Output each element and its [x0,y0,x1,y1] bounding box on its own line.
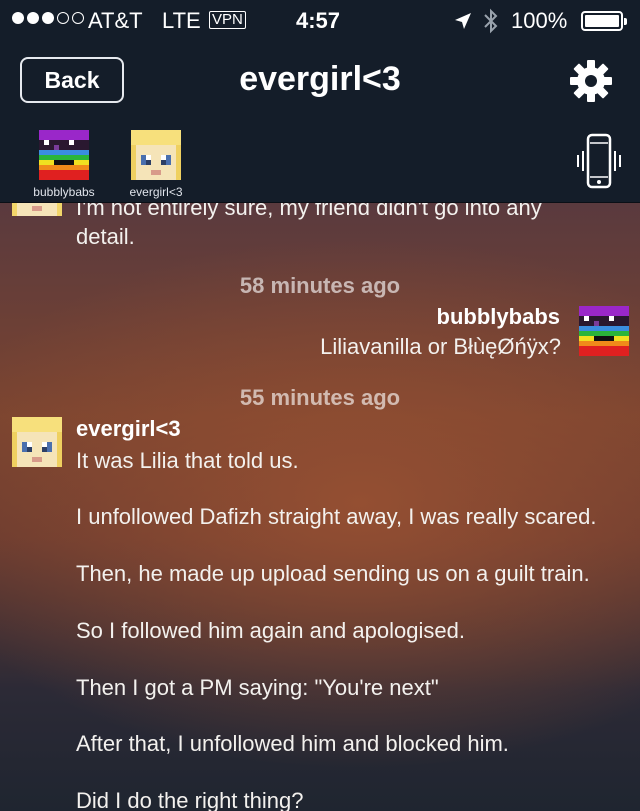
header: AT&T LTE VPN 4:57 100% Back evergirl<3 b… [0,0,640,203]
vpn-badge: VPN [209,11,246,29]
timestamp: 58 minutes ago [239,273,401,298]
blonde-pixel-avatar [12,417,62,467]
page-title: evergirl<3 [239,60,401,98]
message-paragraph: Then I got a PM saying: "You're next" [76,675,439,700]
message-paragraph: After that, I unfollowed him and blocked… [76,731,509,756]
timestamp: 55 minutes ago [239,385,401,410]
bluetooth-icon [484,8,498,34]
battery-percent: 100% [511,8,568,33]
message-paragraph: So I followed him again and apologised. [76,618,465,643]
message-paragraph: I unfollowed Dafizh straight away, I was… [76,504,597,529]
battery-icon [581,11,627,31]
message-line: detail. [76,224,135,249]
location-arrow-icon [455,13,471,29]
nav-bar: Back evergirl<3 [0,40,640,124]
gear-icon[interactable] [568,58,614,104]
network-type: LTE [162,8,201,33]
participant-evergirl[interactable]: evergirl<3 [116,130,196,199]
phone-vibrate-icon[interactable] [574,133,624,189]
back-button[interactable]: Back [20,57,124,103]
clock: 4:57 [296,8,341,33]
message-line: I'm not entirely sure, my friend didn't … [76,203,542,220]
sender-name: evergirl<3 [76,416,181,441]
status-bar: AT&T LTE VPN 4:57 100% [0,0,640,40]
participant-name: bubblybabs [33,185,95,199]
participant-name: evergirl<3 [129,185,183,199]
message-paragraph: Then, he made up upload sending us on a … [76,561,590,586]
rainbow-pixel-avatar [39,130,89,180]
chat-log[interactable]: I'm not entirely sure, my friend didn't … [0,203,640,811]
rainbow-pixel-avatar [579,306,629,356]
blonde-pixel-avatar [131,130,181,180]
message-paragraph: It was Lilia that told us. [76,448,299,473]
carrier-label: AT&T [88,8,143,33]
participant-bubblybabs[interactable]: bubblybabs [24,130,104,199]
signal-strength-icon [12,12,84,24]
participants-bar: bubblybabs evergirl<3 [0,124,640,203]
message-paragraph: Did I do the right thing? [76,788,304,811]
message-text: Liliavanilla or BłùęØńÿx? [320,334,561,359]
sender-name: bubblybabs [436,304,560,329]
blonde-pixel-avatar [12,203,62,216]
